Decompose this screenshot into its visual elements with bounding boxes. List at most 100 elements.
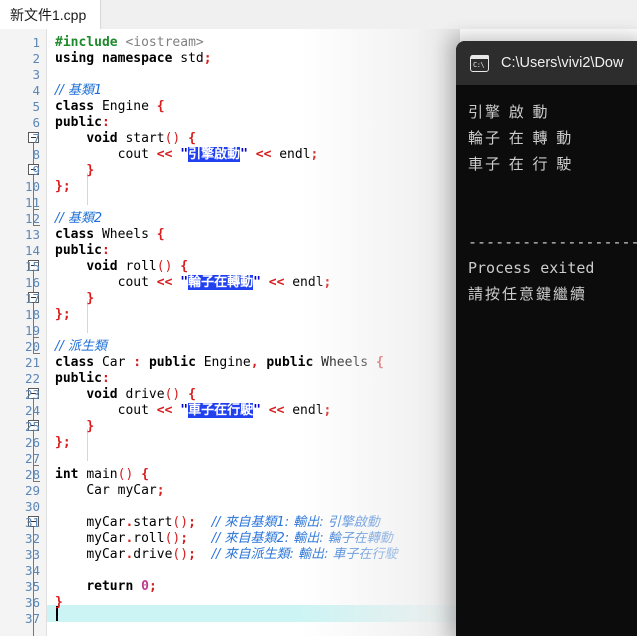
code-line-1: #include <iostream> — [55, 35, 204, 51]
line-number: 29 — [24, 483, 40, 498]
token-semicolon: ; — [156, 483, 165, 498]
token-kw-class: class — [55, 355, 95, 370]
code-line-29: Car myCar; — [55, 483, 165, 499]
token-brace-close: } — [86, 419, 95, 434]
token-id-car: Car — [101, 355, 126, 370]
code-line-6: public: — [55, 115, 110, 131]
console-output-line: 車子 在 行 駛 — [468, 155, 574, 173]
code-line-31: myCar.start(); // 來自基類1: 輸出: 引擎啟動 — [55, 515, 380, 531]
token-parens: () — [164, 131, 181, 146]
code-line-2: using namespace std; — [55, 51, 212, 67]
token-brace-open: { — [156, 227, 165, 242]
code-line-16: cout << "輪子在轉動" << endl; — [55, 275, 331, 291]
token-id-cout: cout — [117, 147, 149, 162]
token-comma: , — [250, 355, 259, 370]
line-number: 12 — [24, 211, 40, 226]
line-number: 15 — [24, 259, 40, 274]
console-prompt-message: 請按任意鍵繼續 — [468, 285, 588, 303]
token-brace-open: { — [156, 99, 165, 114]
console-output-area[interactable]: 引擎 啟 動 輪子 在 轉 動 車子 在 行 駛 ---------------… — [456, 85, 637, 636]
code-line-20: // 派生類 — [55, 339, 107, 355]
line-number: 35 — [24, 579, 40, 594]
console-separator: -------------------------- — [468, 233, 637, 251]
token-quote: " — [180, 403, 189, 418]
comment-base-class-2: // 基類2 — [55, 211, 103, 226]
tab-strip-empty-area — [105, 0, 637, 29]
token-semicolon: ; — [188, 547, 196, 562]
tab-file-new1-cpp[interactable]: 新文件1.cpp — [0, 0, 102, 29]
code-line-32: myCar.roll(); // 來自基類2: 輸出: 輪子在轉動 — [55, 531, 392, 547]
line-number: 2 — [32, 51, 40, 66]
line-number: 23 — [24, 387, 40, 402]
token-id-wheels: Wheels — [321, 355, 369, 370]
token-brace-open: { — [188, 131, 196, 146]
comment-call-start: // 來自基類1: 輸出: 引擎啟動 — [211, 515, 380, 530]
token-kw-int: int — [55, 467, 79, 482]
code-line-15: void roll() { — [55, 259, 188, 275]
line-number: 25 — [24, 419, 40, 434]
code-line-25: } — [55, 419, 94, 435]
console-window[interactable]: C:\ C:\Users\vivi2\Dow 引擎 啟 動 輪子 在 轉 動 車… — [456, 41, 637, 636]
token-brace-open: { — [375, 355, 384, 370]
token-kw-public: public — [148, 355, 196, 370]
token-brace-close: } — [86, 291, 95, 306]
token-semicolon: ; — [180, 531, 189, 546]
string-literal-engine-start: 引擎啟動 — [188, 147, 241, 162]
line-number: 22 — [24, 371, 40, 386]
token-kw-public: public — [55, 371, 102, 386]
token-header: <iostream> — [125, 35, 204, 50]
token-fn-start: start — [125, 131, 165, 146]
token-kw-class: class — [55, 227, 95, 242]
token-semicolon: ; — [323, 275, 332, 290]
line-number: 36 — [24, 595, 40, 610]
token-stream-op: << — [268, 275, 285, 290]
line-number: 26 — [24, 435, 40, 450]
token-var-mycar: myCar — [86, 515, 126, 530]
console-title-bar[interactable]: C:\ C:\Users\vivi2\Dow — [456, 41, 637, 85]
token-id-engine: Engine — [203, 355, 251, 370]
tab-label: 新文件1.cpp — [10, 6, 87, 23]
line-number: 1 — [32, 35, 40, 50]
token-kw-public: public — [266, 355, 314, 370]
line-number: 17 — [24, 291, 40, 306]
token-quote: " — [180, 147, 189, 162]
line-number: 14 — [24, 243, 40, 258]
token-fn-drive: drive — [125, 387, 165, 402]
token-id-endl: endl — [279, 147, 311, 162]
line-number: 24 — [24, 403, 40, 418]
token-stream-op: << — [156, 147, 173, 162]
code-line-36: } — [55, 595, 63, 611]
line-number: 33 — [24, 547, 40, 562]
line-number: 8 — [32, 147, 40, 162]
code-line-22: public: — [55, 371, 110, 387]
token-stream-op: << — [156, 403, 173, 418]
line-number: 13 — [24, 227, 40, 242]
token-quote: " — [253, 275, 261, 290]
code-line-17: } — [55, 291, 94, 307]
code-line-13: class Wheels { — [55, 227, 165, 243]
token-parens: () — [164, 531, 181, 546]
token-kw-return: return — [86, 579, 134, 594]
token-semicolon: ; — [188, 515, 196, 530]
token-id-cout: cout — [117, 403, 149, 418]
editor-tab-bar: 新文件1.cpp — [0, 0, 637, 30]
code-line-18: }; — [55, 307, 71, 323]
token-type-car: Car — [86, 483, 110, 498]
token-var-mycar: myCar — [86, 531, 126, 546]
token-parens: () — [156, 259, 173, 274]
string-literal-car-drive: 車子在行駛 — [188, 403, 254, 418]
line-number: 30 — [24, 499, 40, 514]
token-id-engine: Engine — [101, 99, 149, 114]
line-number: 27 — [24, 451, 40, 466]
token-semicolon: ; — [203, 51, 212, 66]
token-brace-close-semicolon: }; — [55, 307, 71, 322]
token-kw-public: public — [55, 243, 102, 258]
line-number: 10 — [24, 179, 40, 194]
token-quote: " — [240, 147, 248, 162]
line-number: 37 — [24, 611, 40, 626]
token-colon: : — [133, 355, 142, 370]
code-line-7: void start() { — [55, 131, 196, 147]
code-line-24: cout << "車子在行駛" << endl; — [55, 403, 331, 419]
token-brace-close: } — [86, 163, 95, 178]
